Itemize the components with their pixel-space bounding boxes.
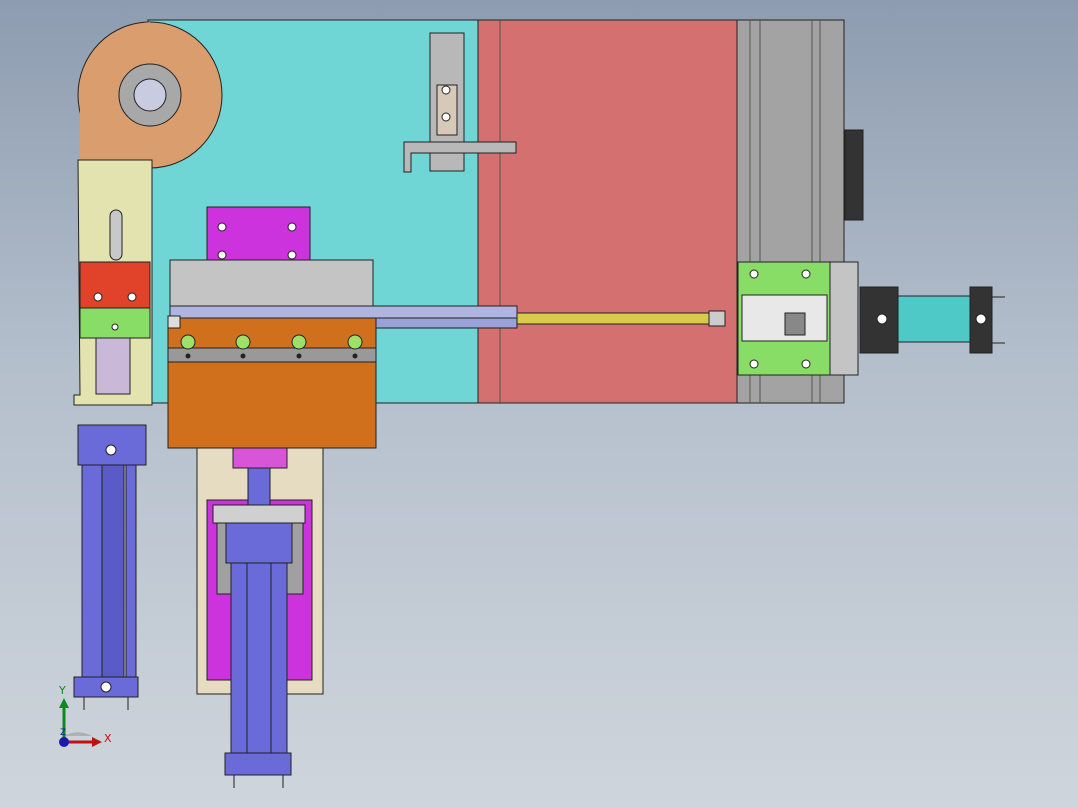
x-axis-label: X — [104, 732, 112, 745]
green-block[interactable] — [79, 307, 151, 339]
slide-block[interactable] — [169, 259, 374, 309]
push-rod[interactable] — [516, 312, 712, 325]
cad-model[interactable] — [0, 0, 1078, 808]
axis-triad: Y X Z — [50, 684, 120, 754]
guide-rail[interactable] — [169, 305, 518, 319]
z-axis-label: Z — [60, 728, 67, 738]
y-axis-label: Y — [59, 684, 66, 697]
cam-wheel[interactable] — [77, 21, 223, 170]
cad-viewport[interactable]: Y X Z — [0, 0, 1078, 808]
right-actuator[interactable] — [737, 261, 1005, 376]
orange-carriage[interactable] — [167, 315, 377, 449]
red-block[interactable] — [79, 261, 151, 309]
left-cylinder[interactable] — [73, 424, 147, 710]
red-plate[interactable] — [477, 19, 739, 404]
